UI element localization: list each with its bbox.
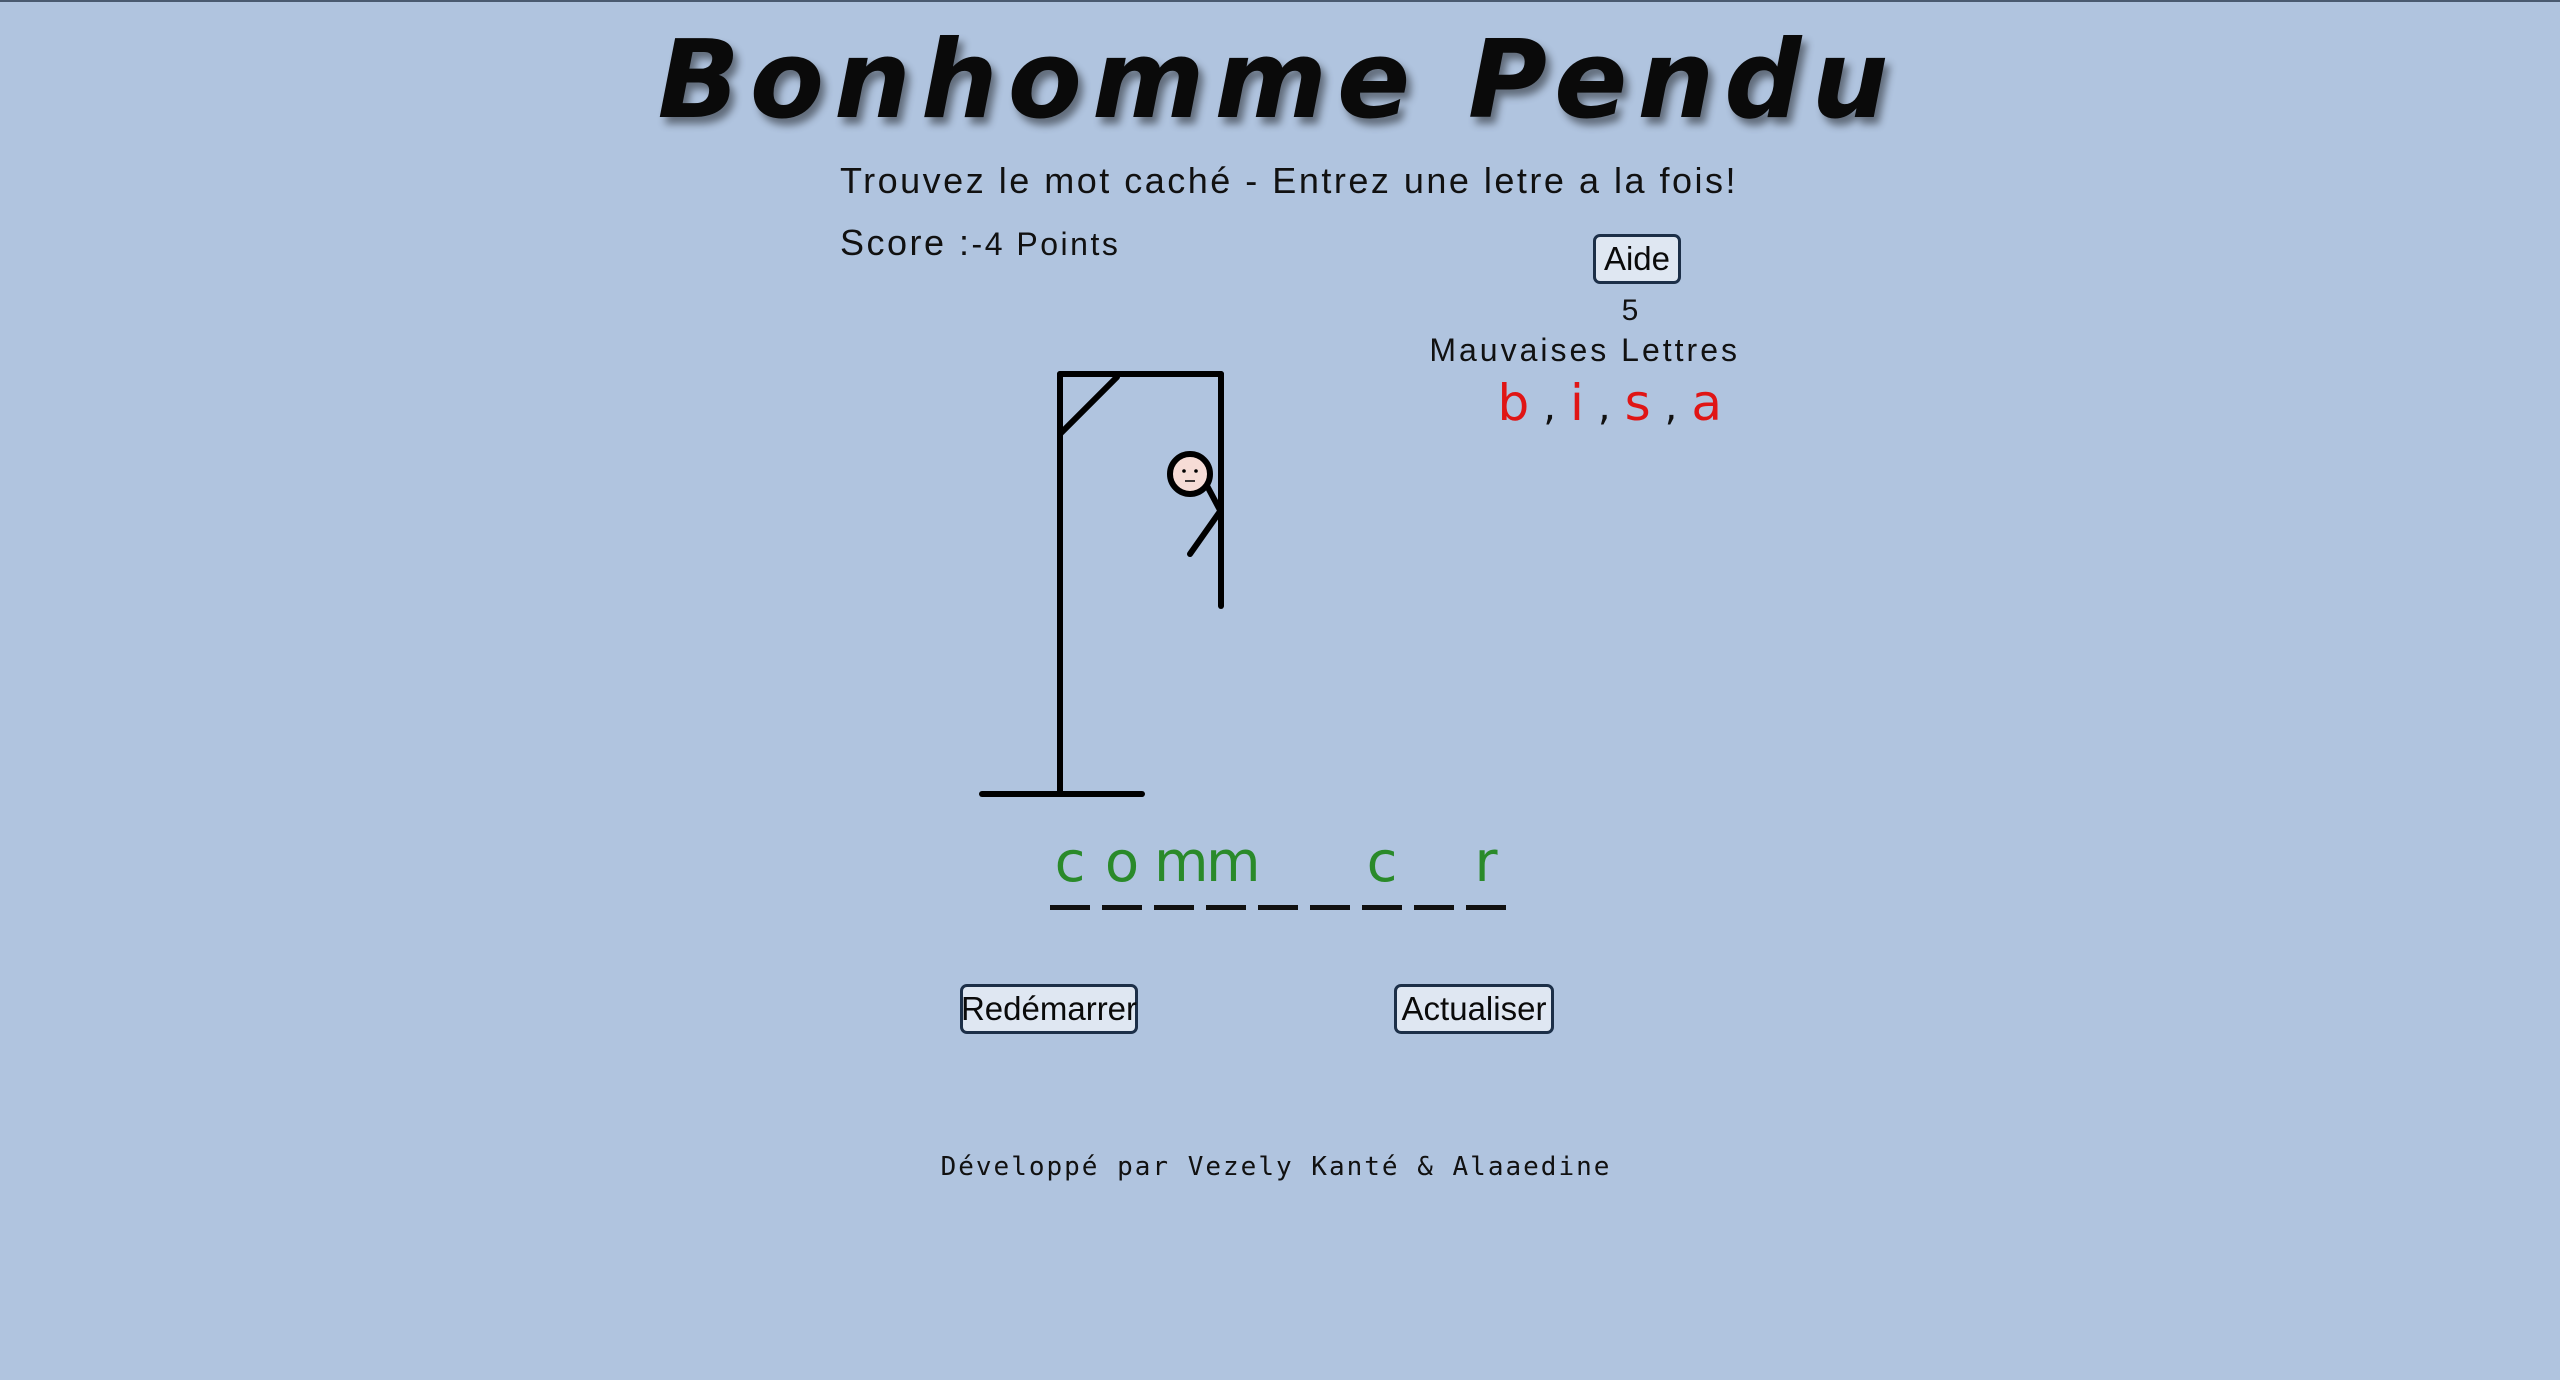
wrong-letter-separator: , bbox=[1664, 384, 1678, 430]
hangman-drawing bbox=[979, 371, 1224, 797]
letter-slot: m bbox=[1206, 830, 1261, 910]
wrong-letter: b bbox=[1497, 374, 1530, 432]
wrong-letter: i bbox=[1569, 374, 1584, 432]
wrong-letters-label: Mauvaises Lettres bbox=[1429, 332, 1740, 368]
help-button[interactable]: Aide bbox=[1593, 234, 1681, 284]
slot-underline bbox=[1206, 905, 1246, 910]
slot-letter: m bbox=[1206, 830, 1261, 895]
wrong-letter: a bbox=[1691, 374, 1722, 432]
slot-underline bbox=[1414, 905, 1454, 910]
game-title: Bonhomme Pendu bbox=[657, 18, 1899, 143]
hangman-head bbox=[1167, 451, 1213, 497]
slot-letter: r bbox=[1474, 830, 1498, 895]
slot-underline bbox=[1362, 905, 1402, 910]
slot-underline bbox=[1050, 905, 1090, 910]
slot-letter: o bbox=[1104, 830, 1140, 895]
slot-letter: m bbox=[1154, 830, 1209, 895]
slot-letter: c bbox=[1054, 830, 1086, 895]
letter-slot: c bbox=[1050, 830, 1090, 910]
restart-button[interactable]: Redémarrer bbox=[960, 984, 1138, 1034]
footer-credits: Développé par Vezely Kanté & Alaaedine bbox=[940, 1152, 1612, 1182]
wrong-letter-separator: , bbox=[1543, 384, 1556, 430]
slot-underline bbox=[1102, 905, 1142, 910]
score-value: -4 Points bbox=[971, 226, 1121, 262]
letter-slot bbox=[1414, 830, 1454, 910]
slot-underline bbox=[1466, 905, 1506, 910]
slot-letter: c bbox=[1366, 830, 1398, 895]
slot-underline bbox=[1310, 905, 1350, 910]
gallows-brace bbox=[1057, 374, 1120, 437]
letter-slot: m bbox=[1154, 830, 1209, 910]
score-label: Score : bbox=[840, 222, 972, 263]
wrong-count: 5 bbox=[1621, 294, 1639, 327]
game-instructions: Trouvez le mot caché - Entrez une letre … bbox=[840, 160, 1739, 201]
wrong-letter: s bbox=[1624, 374, 1651, 432]
wrong-letters-list: b, i, s, a bbox=[1440, 374, 1722, 432]
slot-underline bbox=[1154, 905, 1194, 910]
letter-slot: o bbox=[1102, 830, 1142, 910]
letter-slot: r bbox=[1466, 830, 1506, 910]
wrong-letter-separator: , bbox=[1597, 384, 1611, 430]
hidden-word: commcr bbox=[1050, 830, 1518, 910]
top-border bbox=[0, 0, 2560, 2]
hangman-arm bbox=[1187, 507, 1224, 557]
letter-slot bbox=[1258, 830, 1298, 910]
slot-underline bbox=[1258, 905, 1298, 910]
letter-slot bbox=[1310, 830, 1350, 910]
refresh-button[interactable]: Actualiser bbox=[1394, 984, 1554, 1034]
letter-slot: c bbox=[1362, 830, 1402, 910]
score-display: Score :-4 Points bbox=[840, 222, 1120, 264]
